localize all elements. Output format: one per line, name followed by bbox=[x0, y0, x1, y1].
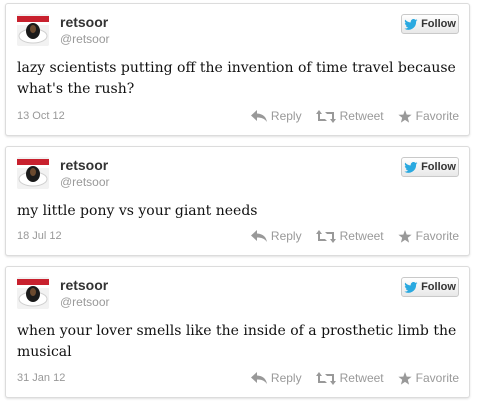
favorite-icon bbox=[398, 109, 412, 123]
avatar[interactable] bbox=[17, 157, 49, 189]
reply-button[interactable]: Reply bbox=[250, 109, 302, 123]
favorite-label: Favorite bbox=[415, 371, 459, 385]
favorite-button[interactable]: Favorite bbox=[398, 109, 459, 123]
follow-button[interactable]: Follow bbox=[401, 14, 459, 34]
bird-icon bbox=[404, 161, 418, 173]
retweet-label: Retweet bbox=[339, 229, 384, 243]
user-handle[interactable]: @retsoor bbox=[60, 295, 110, 309]
tweet-card: retsoor @retsoor Follow lazy scientists … bbox=[5, 3, 470, 136]
favorite-label: Favorite bbox=[415, 229, 459, 243]
reply-icon bbox=[250, 372, 267, 384]
reply-button[interactable]: Reply bbox=[250, 371, 302, 385]
favorite-icon bbox=[398, 229, 412, 243]
follow-label: Follow bbox=[421, 281, 456, 293]
follow-label: Follow bbox=[421, 161, 456, 173]
bird-icon bbox=[404, 281, 418, 293]
avatar[interactable] bbox=[17, 14, 49, 46]
tweet-date[interactable]: 13 Oct 12 bbox=[17, 110, 65, 122]
reply-label: Reply bbox=[270, 371, 302, 385]
tweet-text: my little pony vs your giant needs bbox=[17, 203, 258, 219]
display-name[interactable]: retsoor bbox=[60, 14, 108, 30]
reply-label: Reply bbox=[270, 109, 302, 123]
retweet-label: Retweet bbox=[339, 109, 384, 123]
display-name[interactable]: retsoor bbox=[60, 277, 108, 293]
retweet-button[interactable]: Retweet bbox=[315, 371, 384, 385]
follow-button[interactable]: Follow bbox=[401, 157, 459, 177]
favorite-button[interactable]: Favorite bbox=[398, 371, 459, 385]
reply-icon bbox=[250, 110, 267, 122]
follow-button[interactable]: Follow bbox=[401, 277, 459, 297]
retweet-icon bbox=[315, 371, 336, 385]
tweet-card: retsoor @retsoor Follow my little pony v… bbox=[5, 146, 470, 256]
reply-icon bbox=[250, 230, 267, 242]
follow-label: Follow bbox=[421, 18, 456, 30]
tweet-date[interactable]: 31 Jan 12 bbox=[17, 372, 65, 384]
display-name[interactable]: retsoor bbox=[60, 157, 108, 173]
tweet-text: when your lover smells like the inside o… bbox=[17, 323, 457, 360]
retweet-label: Retweet bbox=[339, 371, 384, 385]
tweet-actions: Reply Retweet Favorite bbox=[250, 371, 459, 385]
retweet-icon bbox=[315, 109, 336, 123]
tweet-card: retsoor @retsoor Follow when your lover … bbox=[5, 266, 470, 398]
user-handle[interactable]: @retsoor bbox=[60, 175, 110, 189]
favorite-icon bbox=[398, 371, 412, 385]
tweet-date[interactable]: 18 Jul 12 bbox=[17, 230, 62, 242]
bird-icon bbox=[404, 18, 418, 30]
avatar[interactable] bbox=[17, 277, 49, 309]
retweet-button[interactable]: Retweet bbox=[315, 229, 384, 243]
favorite-button[interactable]: Favorite bbox=[398, 229, 459, 243]
retweet-button[interactable]: Retweet bbox=[315, 109, 384, 123]
tweet-actions: Reply Retweet Favorite bbox=[250, 109, 459, 123]
reply-button[interactable]: Reply bbox=[250, 229, 302, 243]
user-handle[interactable]: @retsoor bbox=[60, 32, 110, 46]
reply-label: Reply bbox=[270, 229, 302, 243]
favorite-label: Favorite bbox=[415, 109, 459, 123]
tweet-text: lazy scientists putting off the inventio… bbox=[17, 60, 456, 97]
retweet-icon bbox=[315, 229, 336, 243]
tweet-actions: Reply Retweet Favorite bbox=[250, 229, 459, 243]
